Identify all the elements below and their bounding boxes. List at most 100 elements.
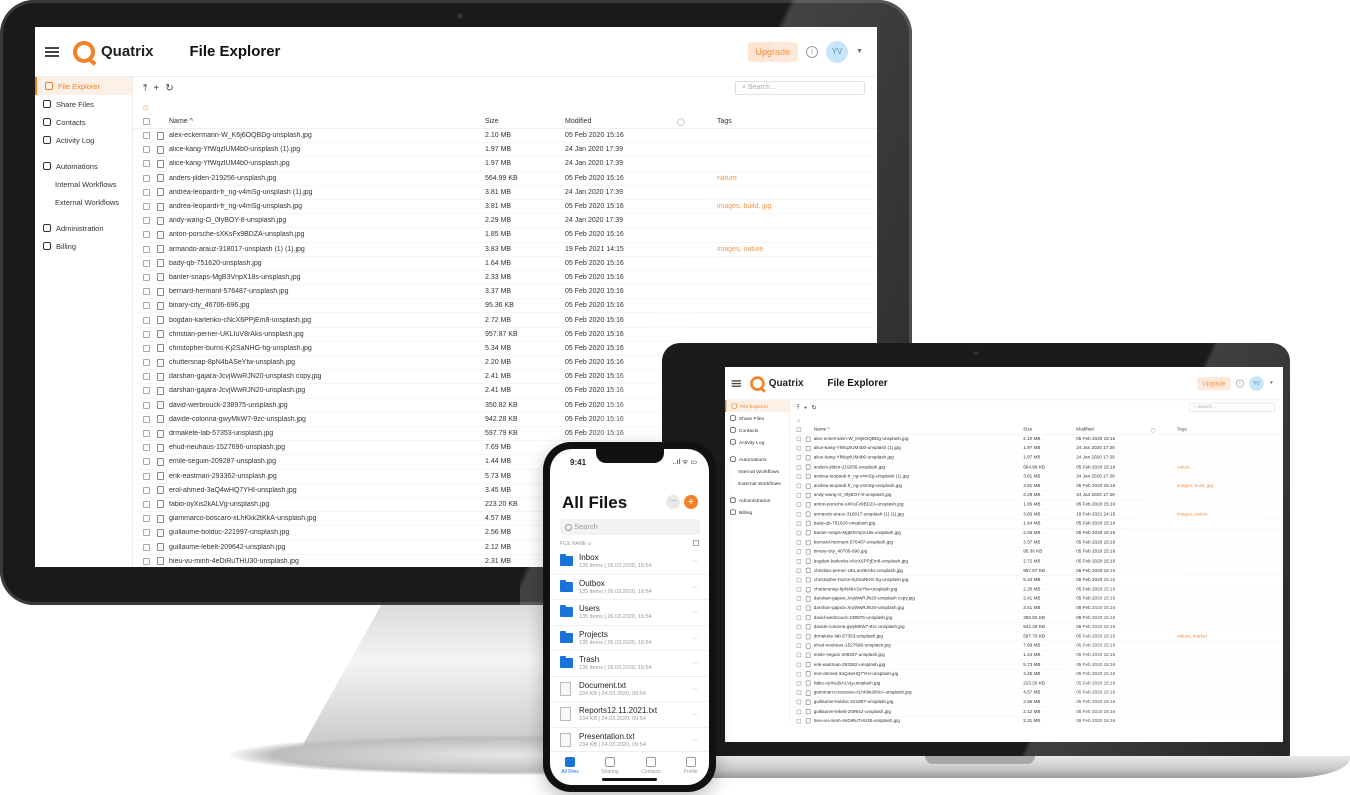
phone-list-item[interactable]: Presentation.txt 234 KB | 24.03.2020, 09:… [550,728,709,753]
file-name[interactable]: hieu-vu-minh-4eDiRuTHU30-unsplash.jpg [169,558,485,565]
row-checkbox[interactable] [143,302,150,310]
phone-list-item[interactable]: Trash 135 items | 26.03.2020, 16:54 ··· [550,651,709,677]
phone-list-item[interactable]: Projects 135 items | 26.03.2020, 16:54 ··· [550,626,709,651]
more-icon[interactable]: ··· [692,584,699,591]
sidebar-item-internal-workflows[interactable]: Internal Workflows [725,465,789,477]
row-checkbox[interactable] [796,624,802,630]
row-checkbox[interactable] [796,521,802,526]
row-checkbox[interactable] [143,203,150,211]
sidebar-item-activity-log[interactable]: Activity Log [725,436,789,448]
file-name[interactable]: andrea-leopardi-fr_ng-v4mSg-unsplash (1)… [169,189,485,196]
file-name[interactable]: darshan-gajara-JcvjWwRJN20-unsplash copy… [169,373,485,380]
sidebar-item-contacts[interactable]: Contacts [725,424,789,436]
row-checkbox[interactable] [143,344,150,352]
phone-list-item[interactable]: Inbox 135 items | 26.03.2020, 16:54 ··· [550,549,709,575]
row-checkbox[interactable] [143,245,150,253]
tab-all-files[interactable]: All Files [561,757,579,775]
more-icon[interactable]: ··· [692,686,699,693]
table-row[interactable]: bady-qb-751620-unsplash.jpg1.64 MB 05 Feb… [133,257,877,271]
sidebar-item-share-files[interactable]: Share Files [35,95,132,113]
sidebar-item-contacts[interactable]: Contacts [35,113,132,131]
row-checkbox[interactable] [796,605,802,611]
more-icon[interactable]: ··· [692,660,699,667]
row-checkbox[interactable] [143,387,150,395]
row-checkbox[interactable] [143,188,150,196]
upgrade-button[interactable]: Upgrade [747,41,799,62]
file-name[interactable]: guillaume-lebelt-209642-unsplash.jpg [169,544,485,551]
phone-search-input[interactable]: Search [560,519,700,535]
row-checkbox[interactable] [796,596,802,602]
file-name[interactable]: alice-kang-YfWqzlUM4b0-unsplash (1).jpg [169,146,485,153]
more-icon[interactable]: ··· [666,495,680,509]
file-name[interactable]: davide-colonna-gwyMkW7-9zc-unsplash.jpg [169,416,485,423]
table-row[interactable]: andrea-leopardi-fr_ng-v4mSg-unsplash.jpg… [133,200,877,215]
row-checkbox[interactable] [796,568,802,573]
table-row[interactable]: andy-wang-O_0fyBOY-8-unsplash.jpg2.29 MB… [133,214,877,229]
row-checkbox[interactable] [143,231,150,239]
file-name[interactable]: chuttersnap-8pN4bASeYtw-unsplash.jpg [169,359,485,366]
sidebar-item-administration[interactable]: Administration [35,219,132,237]
upload-icon[interactable]: ⤒ [143,83,147,94]
sidebar-item-external-workflows[interactable]: External Workflows [725,477,789,489]
file-name[interactable]: anders-jilden-219256-unsplash.jpg [169,175,485,182]
row-checkbox[interactable] [143,316,150,324]
row-checkbox[interactable] [143,330,150,338]
sidebar-item-billing[interactable]: Billing [725,506,789,518]
table-row[interactable]: anton-porsche-sXKsFx9BDZA-unsplash.jpg1.… [133,228,877,243]
file-name[interactable]: guillaume-bolduc-221997-unsplash.jpg [169,529,485,536]
table-row[interactable]: alice-kang-YfWqzlUM4b0-unsplash.jpg1.97 … [133,157,877,172]
header-size[interactable]: Size [485,118,565,125]
row-checkbox[interactable] [796,446,802,451]
refresh-icon[interactable]: ↻ [811,404,817,411]
row-checkbox[interactable] [143,472,150,480]
row-checkbox[interactable] [796,540,802,545]
row-checkbox[interactable] [796,558,802,564]
sidebar-item-file-explorer[interactable]: File Explorer [35,77,132,95]
row-checkbox[interactable] [143,430,150,438]
row-checkbox[interactable] [796,511,802,517]
row-checkbox[interactable] [143,444,150,452]
chevron-down-icon[interactable]: ▼ [856,48,863,55]
row-checkbox[interactable] [796,530,802,536]
file-name[interactable]: armando-arauz-318017-unsplash (1) (1).jp… [169,246,485,253]
row-checkbox[interactable] [796,577,802,583]
row-checkbox[interactable] [796,690,802,696]
row-checkbox[interactable] [143,373,150,381]
row-checkbox[interactable] [143,500,150,508]
row-checkbox[interactable] [796,474,802,479]
row-checkbox[interactable] [143,259,150,267]
file-name[interactable]: drmakete-lab-57353-unsplash.jpg [169,430,485,437]
avatar[interactable]: YV [826,40,849,63]
row-checkbox[interactable] [143,515,150,523]
row-checkbox[interactable] [143,486,150,494]
row-checkbox[interactable] [796,483,802,489]
row-checkbox[interactable] [143,160,150,168]
header-name[interactable]: Name ^ [169,118,485,125]
file-name[interactable]: erol-ahmed-3aQ4wHQ7YHI-unsplash.jpg [169,487,485,494]
add-icon[interactable]: + [153,83,159,94]
row-checkbox[interactable] [143,557,150,565]
file-name[interactable]: bogdan-karlenko-cNcX6PPjEm8-unsplash.jpg [169,317,485,324]
row-checkbox[interactable] [796,464,802,470]
table-row[interactable]: christian-perner-UKLIuV8rAks-unsplash.jp… [133,328,877,342]
row-checkbox[interactable] [796,436,802,442]
select-all-checkbox[interactable] [796,427,802,432]
table-row[interactable]: bernard-hermant-576487-unsplash.jpg3.37 … [133,285,877,300]
more-icon[interactable]: ··· [692,635,699,642]
tab-profile[interactable]: Profile [684,757,698,775]
grid-view-icon[interactable] [693,540,699,546]
phone-list-item[interactable]: Document.txt 234 KB | 24.03.2020, 09:54 ··… [550,677,709,702]
row-checkbox[interactable] [796,681,802,686]
sidebar-item-share-files[interactable]: Share Files [725,412,789,424]
sidebar-item-external-workflows[interactable]: External Workflows [35,193,132,211]
row-checkbox[interactable] [143,543,150,551]
row-checkbox[interactable] [796,493,802,498]
file-name[interactable]: binary-city_46706-696.jpg [169,302,485,309]
file-name[interactable]: bernard-hermant-576487-unsplash.jpg [169,288,485,295]
header-modified[interactable]: Modified [565,118,677,125]
row-checkbox[interactable] [143,217,150,225]
file-name[interactable]: andy-wang-O_0fyBOY-8-unsplash.jpg [169,217,485,224]
file-name[interactable]: alex-eckermann-W_K6j6OQBDg-unsplash.jpg [169,132,485,139]
row-checkbox[interactable] [796,699,802,705]
table-row[interactable]: bogdan-karlenko-cNcX6PPjEm8-unsplash.jpg… [133,313,877,328]
